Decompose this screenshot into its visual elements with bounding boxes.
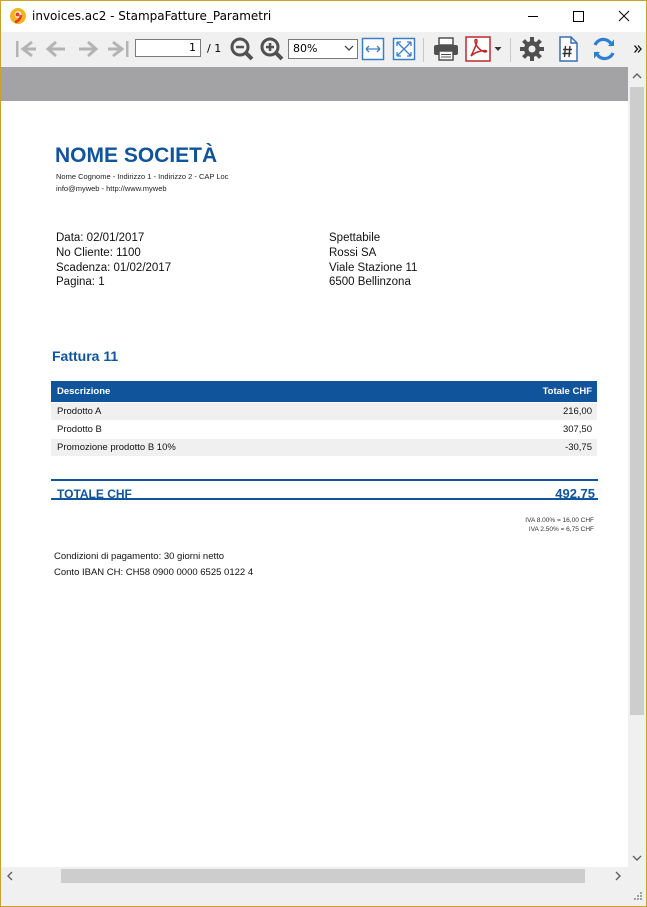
vat-line: IVA 8.00% = 16,00 CHF — [525, 517, 594, 524]
app-logo-icon — [10, 8, 26, 24]
zoom-value: 80% — [293, 42, 318, 55]
printer-icon[interactable] — [432, 36, 460, 62]
status-bar — [1, 885, 646, 906]
last-page-icon[interactable] — [105, 36, 131, 62]
company-name: NOME SOCIETÀ — [55, 144, 218, 167]
customer-number: No Cliente: 1100 — [56, 247, 141, 259]
viewport-background — [1, 67, 628, 101]
header-description: Descrizione — [57, 386, 111, 397]
toolbar: 1 / 1 80% — [1, 32, 646, 66]
vertical-scroll-thumb[interactable] — [630, 87, 644, 715]
scroll-up-icon[interactable] — [632, 71, 642, 81]
page-total-label: / 1 — [207, 42, 222, 55]
zoom-in-icon[interactable] — [259, 36, 285, 62]
vertical-scrollbar[interactable] — [628, 67, 646, 867]
scrollbar-corner — [628, 867, 646, 885]
zoom-select[interactable]: 80% — [288, 39, 358, 59]
maximize-button[interactable] — [556, 1, 602, 32]
fit-page-icon[interactable] — [392, 36, 416, 62]
recipient-city: 6500 Bellinzona — [329, 276, 411, 288]
title-bar: invoices.ac2 - StampaFatture_Parametri — [1, 1, 646, 32]
toolbar-separator — [423, 38, 424, 62]
pdf-dropdown-icon[interactable] — [493, 36, 503, 62]
due-date: Scadenza: 01/02/2017 — [56, 262, 172, 274]
chevron-down-icon — [344, 45, 354, 51]
row-description: Prodotto B — [57, 424, 102, 435]
table-row: Prodotto B 307,50 — [51, 421, 597, 438]
document-viewport[interactable]: NOME SOCIETÀ Nome Cognome - Indirizzo 1 … — [1, 67, 628, 867]
scroll-right-icon[interactable] — [613, 871, 623, 881]
fit-width-icon[interactable] — [361, 36, 385, 62]
total-bottom-rule — [51, 498, 598, 500]
table-row: Promozione prodotto B 10% -30,75 — [51, 439, 597, 456]
header-total: Totale CHF — [542, 386, 592, 397]
iban: Conto IBAN CH: CH58 0900 0000 6525 0122 … — [54, 567, 254, 578]
items-table-header: Descrizione Totale CHF — [51, 381, 597, 402]
gear-icon[interactable] — [519, 36, 545, 62]
resize-grip-icon[interactable] — [631, 891, 643, 903]
company-web: info@myweb - http://www.myweb — [56, 184, 167, 193]
pdf-icon[interactable] — [465, 36, 491, 62]
scroll-left-icon[interactable] — [5, 871, 15, 881]
horizontal-scrollbar[interactable] — [1, 867, 628, 885]
vat-line: IVA 2.50% = 6,75 CHF — [528, 526, 594, 533]
previous-page-icon[interactable] — [43, 36, 69, 62]
total-top-rule — [51, 479, 598, 481]
minimize-button[interactable] — [510, 1, 556, 32]
recipient-name: Rossi SA — [329, 247, 377, 259]
horizontal-scroll-thumb[interactable] — [61, 869, 585, 883]
row-description: Prodotto A — [57, 406, 102, 417]
row-value: 307,50 — [562, 424, 592, 435]
row-value: -30,75 — [565, 442, 592, 453]
zoom-out-icon[interactable] — [229, 36, 255, 62]
scroll-down-icon[interactable] — [632, 853, 642, 863]
refresh-icon[interactable] — [590, 36, 618, 62]
first-page-icon[interactable] — [13, 36, 39, 62]
row-value: 216,00 — [562, 406, 592, 417]
page-number-icon[interactable] — [556, 36, 580, 62]
toolbar-separator — [510, 38, 511, 62]
page-number-input[interactable]: 1 — [135, 39, 201, 57]
table-row: Prodotto A 216,00 — [51, 403, 597, 420]
window-title: invoices.ac2 - StampaFatture_Parametri — [32, 9, 272, 23]
payment-terms: Condizioni di pagamento: 30 giorni netto — [54, 551, 225, 562]
recipient-street: Viale Stazione 11 — [329, 262, 418, 274]
next-page-icon[interactable] — [75, 36, 101, 62]
recipient-salutation: Spettabile — [329, 232, 381, 244]
company-address: Nome Cognome - Indirizzo 1 - Indirizzo 2… — [56, 172, 229, 181]
page-number: Pagina: 1 — [56, 276, 105, 288]
invoice-page — [2, 101, 626, 867]
more-icon[interactable] — [633, 36, 643, 62]
close-button[interactable] — [601, 1, 647, 32]
row-description: Promozione prodotto B 10% — [57, 442, 176, 453]
app-window: invoices.ac2 - StampaFatture_Parametri 1… — [0, 0, 647, 907]
invoice-title: Fattura 11 — [52, 348, 119, 364]
invoice-date: Data: 02/01/2017 — [56, 232, 145, 244]
